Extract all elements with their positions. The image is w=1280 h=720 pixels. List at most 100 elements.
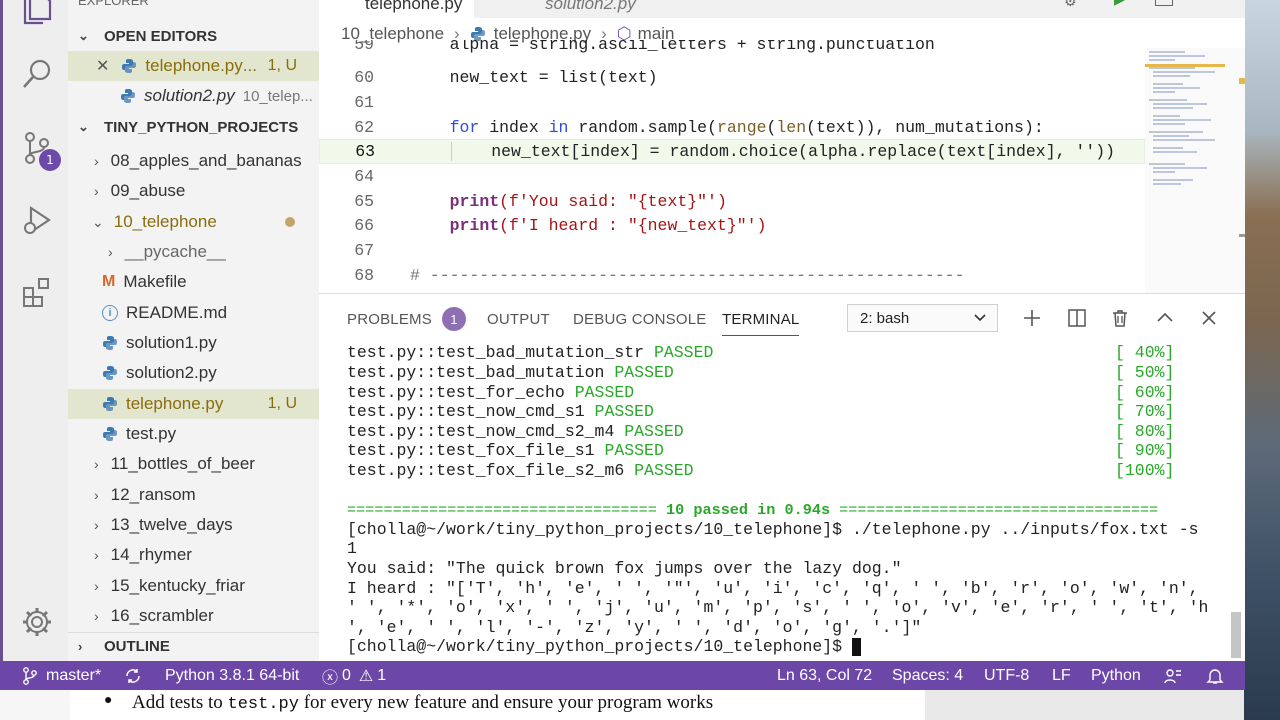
terminal-cursor (851, 637, 861, 656)
output-heard: I heard : "['T', 'h', 'e', ' ', '"', 'u'… (347, 579, 1199, 598)
encoding[interactable]: UTF-8 (984, 661, 1029, 690)
open-editor-solution2[interactable]: solution2.py 10_telep... (68, 81, 319, 111)
python-file-icon (103, 366, 117, 380)
settings-gear-icon[interactable] (17, 602, 57, 642)
test-progress: [ 50%] (1115, 363, 1175, 382)
tab-output[interactable]: OUTPUT (487, 308, 550, 330)
folder-13[interactable]: › 13_twelve_days (68, 510, 319, 540)
feedback-icon[interactable] (1164, 661, 1182, 690)
folder-15[interactable]: › 15_kentucky_friar (68, 571, 319, 601)
code-line: 68 # ------------------------------------… (354, 266, 965, 285)
test-result-line: test.py::test_now_cmd_s1 PASSED (347, 402, 654, 421)
debug-icon[interactable] (17, 200, 57, 240)
tab-telephone[interactable]: telephone.py (319, 0, 474, 18)
folder-10-telephone[interactable]: ⌄ 10_telephone (68, 207, 319, 237)
close-icon[interactable]: ✕ (96, 56, 109, 76)
explorer-icon[interactable] (17, 0, 57, 28)
tab-terminal[interactable]: TERMINAL (722, 308, 800, 336)
file-readme[interactable]: i README.md (68, 298, 319, 328)
python-file-icon (103, 427, 117, 441)
code-line: 59 alpha = string.ascii_letters + string… (354, 40, 935, 54)
test-result-line: test.py::test_now_cmd_s2_m4 PASSED (347, 422, 684, 441)
shell-prompt: [cholla@~/work/tiny_python_projects/10_t… (347, 637, 861, 657)
notifications-bell-icon[interactable] (1206, 661, 1224, 690)
python-file-icon (103, 336, 117, 350)
test-summary: ================================== 10 pa… (347, 501, 1159, 519)
folder-16[interactable]: › 16_scrambler (68, 601, 319, 631)
code-view[interactable]: 59 alpha = string.ascii_letters + string… (319, 40, 1145, 293)
file-test[interactable]: test.py (68, 419, 319, 449)
test-result-line: test.py::test_bad_mutation PASSED (347, 363, 674, 382)
code-line: 66 print (f'I heard : "{new_text}"') (354, 216, 767, 235)
problems-badge: 1 (441, 307, 466, 331)
code-line: 62 for index in random.sample(range(len(… (354, 118, 1044, 137)
open-editor-telephone[interactable]: ✕ telephone.py ... 1, U (68, 51, 319, 81)
trash-icon[interactable] (1108, 306, 1132, 330)
file-makefile[interactable]: M Makefile (68, 267, 319, 297)
cursor-position[interactable]: Ln 63, Col 72 (777, 661, 872, 690)
search-icon[interactable] (17, 54, 57, 94)
code-line-current: 63 new_text[index] = random.choice(alpha… (319, 139, 1145, 164)
folder-08[interactable]: › 08_apples_and_bananas (68, 146, 319, 176)
folder-11[interactable]: › 11_bottles_of_beer (68, 449, 319, 479)
bottom-panel: PROBLEMS 1 OUTPUT DEBUG CONSOLE TERMINAL… (319, 293, 1245, 661)
document-text-behind: ● Add tests to test.py for every new fea… (70, 690, 925, 720)
close-panel-icon[interactable] (1197, 306, 1221, 330)
python-file-icon (121, 89, 135, 103)
file-solution1[interactable]: solution1.py (68, 328, 319, 358)
chevron-right-icon: › (94, 608, 99, 624)
minimap[interactable] (1145, 48, 1245, 293)
scm-badge: 1 (39, 149, 61, 171)
folder-09[interactable]: › 09_abuse (68, 176, 319, 206)
test-result-line: test.py::test_bad_mutation_str PASSED (347, 343, 714, 362)
git-branch-icon (23, 666, 37, 685)
modified-dot (285, 217, 295, 227)
panel-tabs: PROBLEMS 1 OUTPUT DEBUG CONSOLE TERMINAL… (319, 294, 1245, 342)
split-icon[interactable]: ⚙ (1064, 0, 1077, 10)
test-result-line: test.py::test_fox_file_s1 PASSED (347, 441, 664, 460)
tab-solution2[interactable]: solution2.py (519, 0, 636, 18)
terminal-scrollbar[interactable] (1231, 612, 1241, 658)
indentation[interactable]: Spaces: 4 (892, 661, 963, 690)
outline-header[interactable]: › OUTLINE (68, 632, 319, 660)
tab-debug-console[interactable]: DEBUG CONSOLE (573, 308, 706, 330)
folder-14[interactable]: › 14_rhymer (68, 540, 319, 570)
explorer-title: EXPLORER (78, 0, 149, 8)
maximize-panel-icon[interactable] (1153, 306, 1177, 330)
test-result-line: test.py::test_fox_file_s2_m6 PASSED (347, 461, 694, 480)
code-line: 60 new_text = list(text) (354, 68, 658, 87)
output-heard-wrap: ', 'e', ' ', 'l', '-', 'z', 'y', ' ', 'd… (347, 618, 922, 637)
sync-icon[interactable] (124, 661, 142, 690)
info-icon: i (102, 305, 118, 321)
tab-problems[interactable]: PROBLEMS 1 (347, 307, 466, 331)
language-mode[interactable]: Python (1091, 661, 1141, 690)
activity-bar: 1 (0, 0, 68, 661)
problems-indicator[interactable]: ⓧ 0 ⚠ 1 (322, 661, 386, 690)
file-telephone[interactable]: telephone.py 1, U (68, 389, 319, 419)
python-interpreter[interactable]: Python 3.8.1 64-bit (165, 661, 299, 690)
open-editors-header[interactable]: ⌄ OPEN EDITORS (68, 22, 319, 50)
split-editor-icon[interactable] (1155, 0, 1173, 6)
folder-pycache[interactable]: › __pycache__ (68, 237, 319, 267)
explorer-sidebar: EXPLORER ⌄ OPEN EDITORS ✕ telephone.py .… (68, 0, 319, 661)
chevron-right-icon: › (108, 244, 113, 260)
new-terminal-icon[interactable] (1020, 306, 1044, 330)
warning-icon: ⚠ (358, 667, 374, 685)
extensions-icon[interactable] (17, 272, 57, 312)
chevron-down-icon: ⌄ (78, 119, 89, 134)
test-progress: [ 90%] (1115, 441, 1175, 460)
command-line-wrap: 1 (347, 539, 357, 558)
project-header[interactable]: ⌄ TINY_PYTHON_PROJECTS (68, 113, 319, 141)
chevron-right-icon: › (94, 547, 99, 563)
folder-12[interactable]: › 12_ransom (68, 480, 319, 510)
terminal-select[interactable]: 2: bash (847, 304, 998, 332)
terminal-output[interactable]: test.py::test_bad_mutation_str PASSED te… (347, 343, 1208, 663)
chevron-right-icon: › (94, 183, 99, 199)
run-icon[interactable]: ▶ (1114, 0, 1125, 8)
chevron-right-icon: › (94, 517, 99, 533)
line-ending[interactable]: LF (1052, 661, 1071, 690)
split-terminal-icon[interactable] (1065, 306, 1089, 330)
file-solution2[interactable]: solution2.py (68, 358, 319, 388)
branch-indicator[interactable]: master* (22, 661, 101, 690)
python-file-icon (103, 397, 117, 411)
